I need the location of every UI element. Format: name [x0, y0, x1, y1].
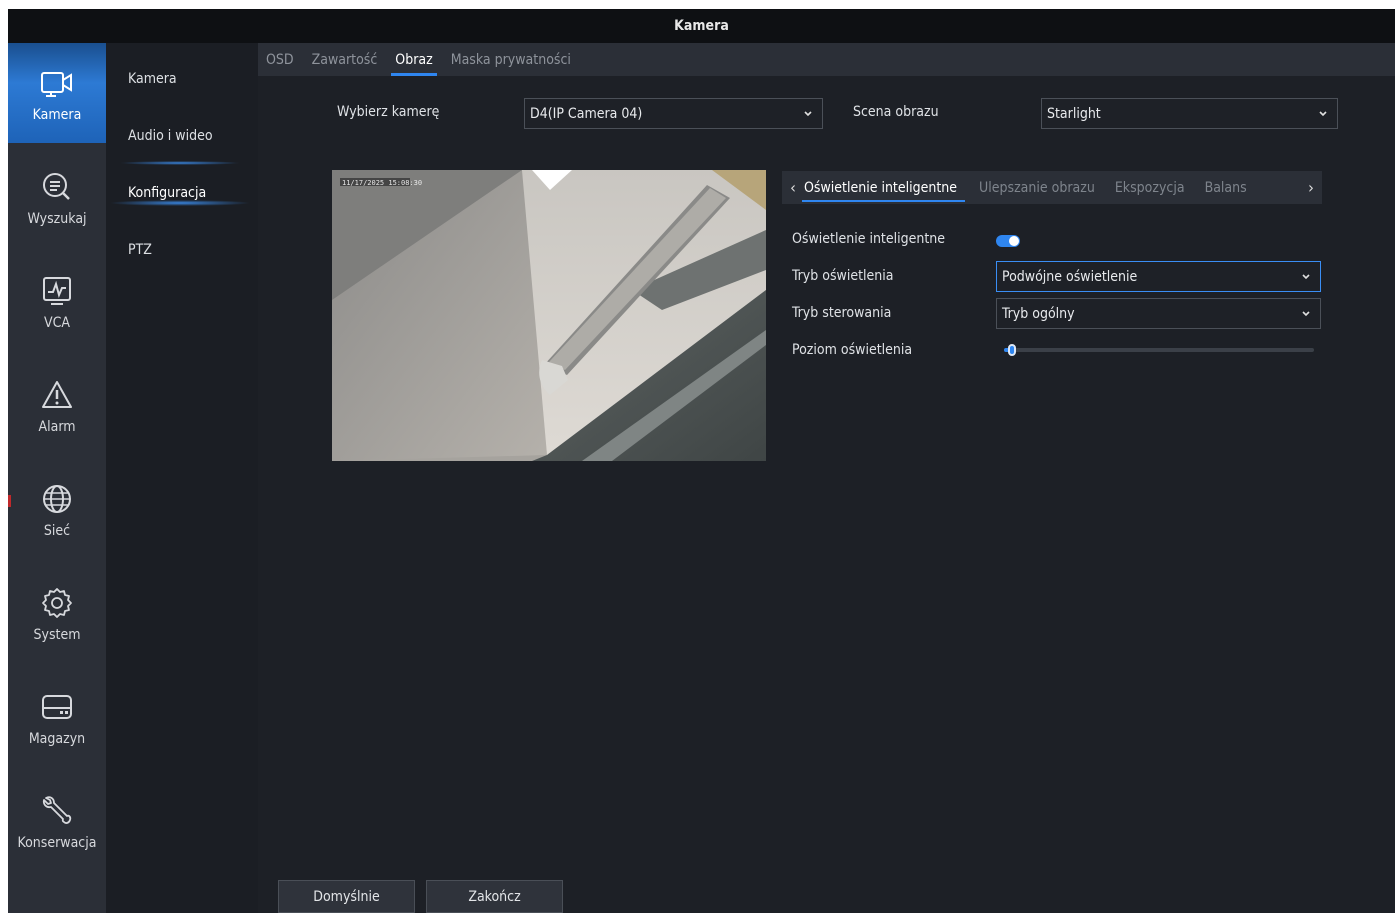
subnav-item-audio-wideo[interactable]: Audio i wideo	[128, 128, 213, 144]
tab-zawartosc[interactable]: Zawartość	[312, 43, 378, 76]
light-mode-select[interactable]: Podwójne oświetlenie	[996, 261, 1321, 292]
subnav-item-kamera[interactable]: Kamera	[128, 71, 177, 87]
hard-drive-icon	[39, 689, 75, 725]
subtab-ulepszanie-obrazu[interactable]: Ulepszanie obrazu	[979, 171, 1095, 204]
slider-handle[interactable]	[1008, 344, 1016, 356]
smart-light-toggle[interactable]	[996, 235, 1020, 247]
nav-item-konserwacja[interactable]: Konserwacja	[8, 771, 106, 871]
nav-label: Konserwacja	[17, 835, 97, 851]
camera-select[interactable]: D4(IP Camera 04)	[524, 98, 823, 129]
subtab-ekspozycja[interactable]: Ekspozycja	[1115, 171, 1185, 204]
preview-timestamp: 11/17/2025 15:08:30	[342, 179, 422, 187]
scene-select-label: Scena obrazu	[853, 104, 939, 120]
image-subtab-bar: ‹ Oświetlenie inteligentne Ulepszanie ob…	[782, 171, 1322, 204]
tab-obraz[interactable]: Obraz	[391, 43, 438, 76]
nav-item-alarm[interactable]: Alarm	[8, 355, 106, 455]
chevron-right-icon[interactable]: ›	[1300, 178, 1322, 197]
nav-item-system[interactable]: System	[8, 563, 106, 663]
subtab-oswietlenie-inteligentne[interactable]: Oświetlenie inteligentne	[801, 171, 966, 204]
search-icon	[39, 169, 75, 205]
nav-item-kamera[interactable]: Kamera	[8, 43, 106, 143]
control-mode-label: Tryb sterowania	[792, 305, 892, 321]
scene-select-value: Starlight	[1047, 105, 1101, 122]
chevron-down-icon	[804, 111, 812, 117]
main-nav: Kamera Wyszukaj VCA Alarm Sieć System Ma…	[8, 43, 106, 913]
nav-label: System	[33, 627, 81, 643]
nav-item-wyszukaj[interactable]: Wyszukaj	[8, 147, 106, 247]
light-mode-label: Tryb oświetlenia	[792, 268, 894, 284]
alarm-warning-icon	[39, 377, 75, 413]
exit-button[interactable]: Zakończ	[426, 880, 563, 913]
camera-preview: 11/17/2025 15:08:30	[332, 170, 766, 461]
smart-light-label: Oświetlenie inteligentne	[792, 231, 946, 247]
nav-item-siec[interactable]: Sieć	[8, 459, 106, 559]
chevron-down-icon	[1319, 111, 1327, 117]
nav-label: VCA	[43, 315, 71, 331]
alarm-indicator	[8, 495, 11, 507]
camera-icon	[39, 65, 75, 101]
nav-item-vca[interactable]: VCA	[8, 251, 106, 351]
toggle-knob	[1009, 236, 1019, 246]
camera-select-value: D4(IP Camera 04)	[530, 105, 643, 122]
nav-label: Magazyn	[28, 731, 86, 747]
default-button[interactable]: Domyślnie	[278, 880, 415, 913]
nav-item-magazyn[interactable]: Magazyn	[8, 667, 106, 767]
wrench-icon	[39, 793, 75, 829]
light-level-slider[interactable]	[1004, 344, 1314, 356]
nav-label: Alarm	[38, 419, 76, 435]
nav-label: Sieć	[43, 523, 71, 539]
sub-nav: Kamera Audio i wideo Konfiguracja PTZ	[106, 43, 258, 913]
light-mode-value: Podwójne oświetlenie	[1002, 268, 1138, 285]
gear-icon	[39, 585, 75, 621]
tab-osd[interactable]: OSD	[266, 43, 294, 76]
chevron-left-icon[interactable]: ‹	[782, 178, 804, 197]
chevron-down-icon	[1302, 274, 1310, 280]
nav-label: Wyszukaj	[27, 211, 87, 227]
vca-chart-icon	[39, 273, 75, 309]
control-mode-select[interactable]: Tryb ogólny	[996, 298, 1321, 329]
app-window: Kamera Kamera Wyszukaj VCA Alarm Sieć Sy…	[8, 9, 1395, 913]
tab-maska-prywatnosci[interactable]: Maska prywatności	[451, 43, 571, 76]
subnav-item-konfiguracja[interactable]: Konfiguracja	[128, 185, 206, 201]
camera-preview-image: 11/17/2025 15:08:30	[332, 170, 766, 461]
control-mode-value: Tryb ogólny	[1002, 305, 1075, 322]
camera-select-label: Wybierz kamerę	[337, 104, 440, 120]
scene-select[interactable]: Starlight	[1041, 98, 1338, 129]
subtab-balans[interactable]: Balans	[1205, 171, 1247, 204]
chevron-down-icon	[1302, 311, 1310, 317]
globe-icon	[39, 481, 75, 517]
subnav-item-ptz[interactable]: PTZ	[128, 242, 152, 258]
window-title: Kamera	[8, 9, 1395, 43]
nav-label: Kamera	[32, 107, 82, 123]
tab-bar: OSD Zawartość Obraz Maska prywatności	[258, 43, 1395, 76]
light-level-label: Poziom oświetlenia	[792, 342, 913, 358]
